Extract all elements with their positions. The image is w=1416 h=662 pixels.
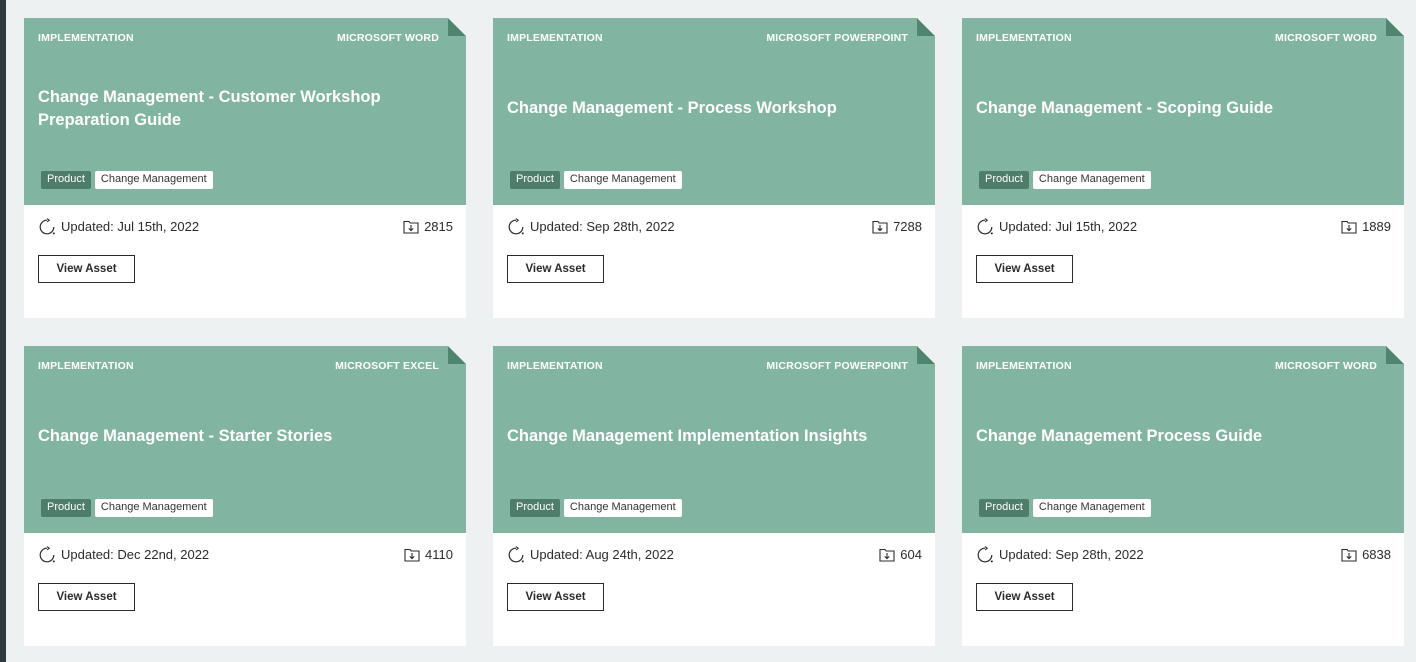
asset-info-row: Updated: Dec 22nd, 2022 4110	[24, 533, 466, 567]
download-count-value: 604	[900, 547, 922, 562]
view-asset-button[interactable]: View Asset	[976, 255, 1073, 283]
download-icon	[1341, 220, 1357, 234]
page-fold-corner	[917, 346, 935, 364]
tag-product: Product	[41, 499, 91, 517]
refresh-icon	[38, 545, 56, 564]
updated-info: Updated: Jul 15th, 2022	[38, 217, 200, 236]
asset-tags: Product Change Management	[979, 499, 1151, 517]
download-count: 2815	[403, 219, 453, 234]
view-asset-button[interactable]: View Asset	[976, 583, 1073, 611]
asset-card-header: IMPLEMENTATION MICROSOFT EXCEL Change Ma…	[24, 346, 466, 533]
asset-info-row: Updated: Aug 24th, 2022 604	[493, 533, 935, 567]
updated-date: Updated: Jul 15th, 2022	[999, 219, 1138, 234]
download-count-value: 6838	[1362, 547, 1391, 562]
refresh-icon	[976, 545, 994, 564]
tag-product: Product	[41, 171, 91, 189]
asset-card: IMPLEMENTATION MICROSOFT WORD Change Man…	[24, 18, 466, 318]
asset-card-header: IMPLEMENTATION MICROSOFT WORD Change Man…	[962, 18, 1404, 205]
page-fold-corner	[1386, 346, 1404, 364]
updated-date: Updated: Jul 15th, 2022	[61, 219, 200, 234]
page-fold-corner	[448, 346, 466, 364]
view-asset-button[interactable]: View Asset	[507, 583, 604, 611]
asset-card: IMPLEMENTATION MICROSOFT POWERPOINT Chan…	[493, 18, 935, 318]
tag-topic: Change Management	[94, 171, 213, 189]
asset-tags: Product Change Management	[41, 499, 213, 517]
updated-date: Updated: Dec 22nd, 2022	[61, 547, 210, 562]
asset-card-header: IMPLEMENTATION MICROSOFT WORD Change Man…	[962, 346, 1404, 533]
asset-card: IMPLEMENTATION MICROSOFT POWERPOINT Chan…	[493, 346, 935, 646]
download-count-value: 2815	[424, 219, 453, 234]
asset-card-header: IMPLEMENTATION MICROSOFT POWERPOINT Chan…	[493, 346, 935, 533]
download-count: 7288	[872, 219, 922, 234]
asset-info-row: Updated: Jul 15th, 2022 2815	[24, 205, 466, 239]
download-icon	[872, 220, 888, 234]
download-icon	[879, 548, 895, 562]
page-fold-corner	[448, 18, 466, 36]
tag-topic: Change Management	[94, 499, 213, 517]
download-count-value: 1889	[1362, 219, 1391, 234]
download-icon	[1341, 548, 1357, 562]
asset-tags: Product Change Management	[41, 171, 213, 189]
refresh-icon	[976, 217, 994, 236]
updated-info: Updated: Aug 24th, 2022	[507, 545, 674, 564]
asset-tags: Product Change Management	[979, 171, 1151, 189]
asset-card-header: IMPLEMENTATION MICROSOFT WORD Change Man…	[24, 18, 466, 205]
updated-date: Updated: Sep 28th, 2022	[530, 219, 675, 234]
updated-info: Updated: Dec 22nd, 2022	[38, 545, 210, 564]
tag-topic: Change Management	[1032, 171, 1151, 189]
asset-info-row: Updated: Sep 28th, 2022 7288	[493, 205, 935, 239]
asset-card-header: IMPLEMENTATION MICROSOFT POWERPOINT Chan…	[493, 18, 935, 205]
updated-date: Updated: Aug 24th, 2022	[530, 547, 674, 562]
page-fold-corner	[1386, 18, 1404, 36]
asset-grid: IMPLEMENTATION MICROSOFT WORD Change Man…	[24, 18, 1404, 646]
refresh-icon	[507, 545, 525, 564]
asset-card: IMPLEMENTATION MICROSOFT WORD Change Man…	[962, 346, 1404, 646]
view-asset-button[interactable]: View Asset	[38, 255, 135, 283]
view-asset-button[interactable]: View Asset	[38, 583, 135, 611]
download-count-value: 7288	[893, 219, 922, 234]
refresh-icon	[507, 217, 525, 236]
view-asset-button[interactable]: View Asset	[507, 255, 604, 283]
asset-info-row: Updated: Jul 15th, 2022 1889	[962, 205, 1404, 239]
asset-tags: Product Change Management	[510, 499, 682, 517]
updated-info: Updated: Sep 28th, 2022	[507, 217, 675, 236]
tag-topic: Change Management	[1032, 499, 1151, 517]
asset-tags: Product Change Management	[510, 171, 682, 189]
tag-topic: Change Management	[563, 171, 682, 189]
updated-info: Updated: Sep 28th, 2022	[976, 545, 1144, 564]
asset-card: IMPLEMENTATION MICROSOFT WORD Change Man…	[962, 18, 1404, 318]
updated-date: Updated: Sep 28th, 2022	[999, 547, 1144, 562]
download-icon	[404, 548, 420, 562]
page-fold-corner	[917, 18, 935, 36]
tag-product: Product	[510, 171, 560, 189]
download-count: 6838	[1341, 547, 1391, 562]
download-count: 604	[879, 547, 922, 562]
tag-topic: Change Management	[563, 499, 682, 517]
updated-info: Updated: Jul 15th, 2022	[976, 217, 1138, 236]
asset-card: IMPLEMENTATION MICROSOFT EXCEL Change Ma…	[24, 346, 466, 646]
asset-info-row: Updated: Sep 28th, 2022 6838	[962, 533, 1404, 567]
download-count: 4110	[404, 547, 453, 562]
download-icon	[403, 220, 419, 234]
refresh-icon	[38, 217, 56, 236]
tag-product: Product	[979, 171, 1029, 189]
tag-product: Product	[979, 499, 1029, 517]
left-sidebar-edge	[0, 0, 6, 662]
tag-product: Product	[510, 499, 560, 517]
download-count-value: 4110	[425, 547, 453, 562]
download-count: 1889	[1341, 219, 1391, 234]
